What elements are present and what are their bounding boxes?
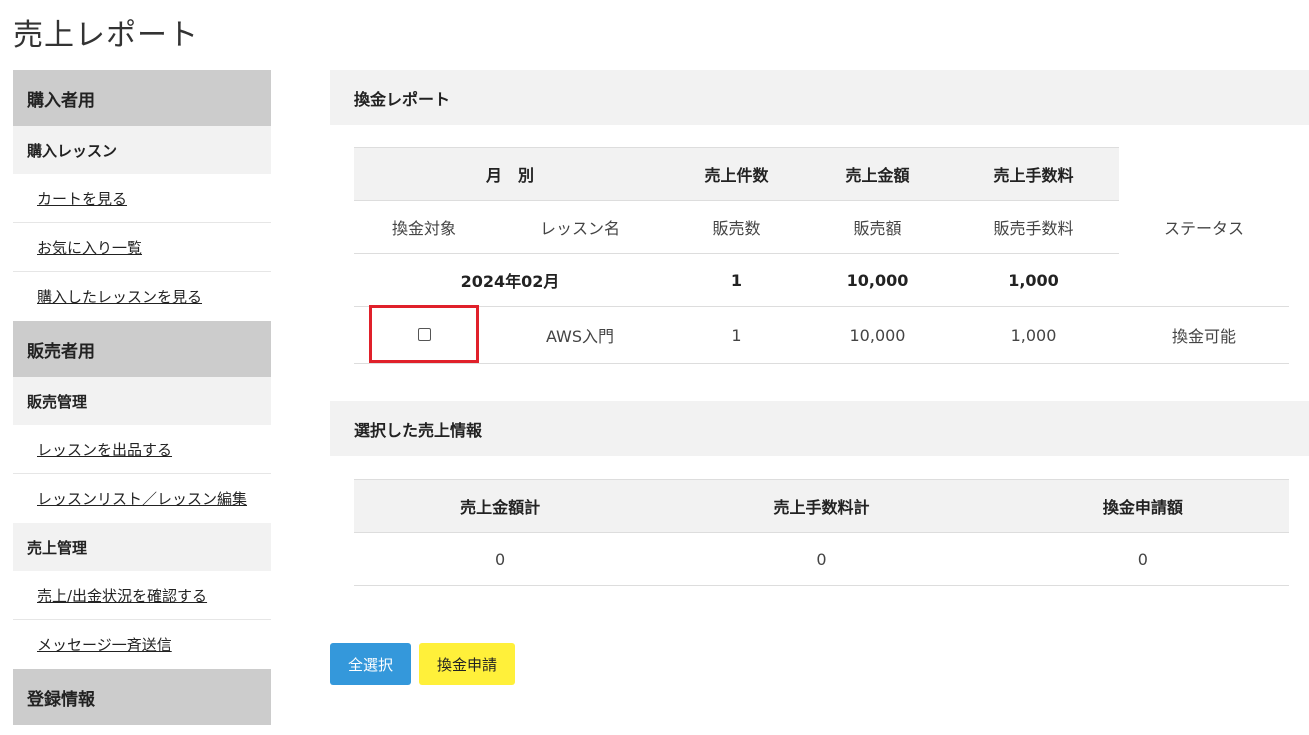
sidebar-section-registration: 登録情報: [13, 669, 271, 725]
col-header-blank: [1119, 147, 1289, 201]
summary-total-amount: 0: [354, 532, 647, 586]
main-content: 換金レポート 月 別 売上件数 売上金額 売上手数料 換金対象 レッスン名 販売…: [330, 70, 1309, 586]
sidebar-item-favorites[interactable]: お気に入り一覧: [13, 223, 271, 272]
subheader-lesson-name: レッスン名: [494, 200, 666, 254]
summary-header-cashout-amount: 換金申請額: [996, 479, 1289, 533]
cashout-report-table: 月 別 売上件数 売上金額 売上手数料 換金対象 レッスン名 販売数 販売額 販…: [354, 147, 1289, 364]
page-title: 売上レポート: [13, 18, 199, 53]
sidebar-link-label[interactable]: お気に入り一覧: [37, 237, 142, 258]
cashout-checkbox[interactable]: [417, 327, 431, 341]
lesson-fee: 1,000: [948, 306, 1119, 364]
sidebar-subhead-revenue-mgmt: 売上管理: [13, 523, 271, 571]
subheader-fee: 販売手数料: [948, 200, 1119, 254]
sidebar-link-label[interactable]: 売上/出金状況を確認する: [37, 585, 207, 606]
table-subheader-row: 換金対象 レッスン名 販売数 販売額 販売手数料 ステータス: [354, 200, 1289, 254]
subheader-amount: 販売額: [807, 200, 948, 254]
sidebar-item-lesson-edit[interactable]: レッスンリスト／レッスン編集: [13, 474, 271, 523]
report-heading: 換金レポート: [330, 70, 1309, 125]
col-header-sales-count: 売上件数: [666, 147, 807, 201]
highlight-box: [369, 305, 479, 363]
subheader-status: ステータス: [1163, 219, 1244, 238]
subheader-qty: 販売数: [666, 200, 807, 254]
sidebar-item-list-lesson[interactable]: レッスンを出品する: [13, 425, 271, 474]
sidebar-link-label[interactable]: レッスンリスト／レッスン編集: [37, 488, 247, 509]
selected-summary-table: 売上金額計 売上手数料計 換金申請額 0 0 0: [354, 479, 1289, 586]
summary-value-row: 0 0 0: [354, 532, 1289, 586]
table-row: AWS入門 1 10,000 1,000 換金可能: [354, 305, 1289, 364]
sidebar-link-label[interactable]: 購入したレッスンを見る: [37, 286, 202, 307]
sidebar-link-label[interactable]: レッスンを出品する: [37, 439, 172, 460]
lesson-qty: 1: [666, 306, 807, 364]
select-all-button[interactable]: 全選択: [330, 643, 411, 685]
month-count: 1: [666, 253, 807, 307]
table-header-row: 月 別 売上件数 売上金額 売上手数料: [354, 147, 1289, 201]
sidebar-section-buyer: 購入者用: [13, 70, 271, 126]
sidebar-item-purchased[interactable]: 購入したレッスンを見る: [13, 272, 271, 321]
summary-header-total-fee: 売上手数料計: [646, 479, 997, 533]
sidebar-link-label[interactable]: メッセージ一斉送信: [37, 634, 172, 655]
lesson-name: AWS入門: [494, 306, 666, 364]
month-amount: 10,000: [807, 253, 948, 307]
sidebar-link-label[interactable]: カートを見る: [37, 188, 127, 209]
sidebar-subhead-sales-mgmt: 販売管理: [13, 377, 271, 425]
month-label: 2024年02月: [354, 253, 666, 307]
cashout-target-cell: [354, 305, 494, 364]
sidebar-section-seller: 販売者用: [13, 321, 271, 377]
sidebar-item-cart[interactable]: カートを見る: [13, 174, 271, 223]
sidebar-item-revenue-status[interactable]: 売上/出金状況を確認する: [13, 571, 271, 620]
month-fee: 1,000: [948, 253, 1119, 307]
lesson-amount: 10,000: [807, 306, 948, 364]
col-header-month: 月 別: [354, 147, 666, 201]
sidebar-subhead-purchased-lessons: 購入レッスン: [13, 126, 271, 174]
lesson-status: 換金可能: [1119, 306, 1289, 364]
sidebar: 購入者用 購入レッスン カートを見る お気に入り一覧 購入したレッスンを見る 販…: [13, 70, 271, 725]
selected-heading: 選択した売上情報: [330, 401, 1309, 456]
summary-total-fee: 0: [646, 532, 997, 586]
subheader-target: 換金対象: [354, 200, 494, 254]
summary-header-row: 売上金額計 売上手数料計 換金申請額: [354, 479, 1289, 533]
col-header-sales-fee: 売上手数料: [948, 147, 1119, 201]
summary-header-total-amount: 売上金額計: [354, 479, 647, 533]
month-row: 2024年02月 1 10,000 1,000: [354, 253, 1289, 307]
cashout-apply-button[interactable]: 換金申請: [419, 643, 515, 685]
col-header-sales-amount: 売上金額: [807, 147, 948, 201]
selected-info-panel: 選択した売上情報 売上金額計 売上手数料計 換金申請額 0 0 0: [330, 401, 1309, 586]
summary-cashout-amount: 0: [996, 532, 1289, 586]
sidebar-item-broadcast[interactable]: メッセージ一斉送信: [13, 620, 271, 669]
month-blank: [1119, 253, 1289, 307]
